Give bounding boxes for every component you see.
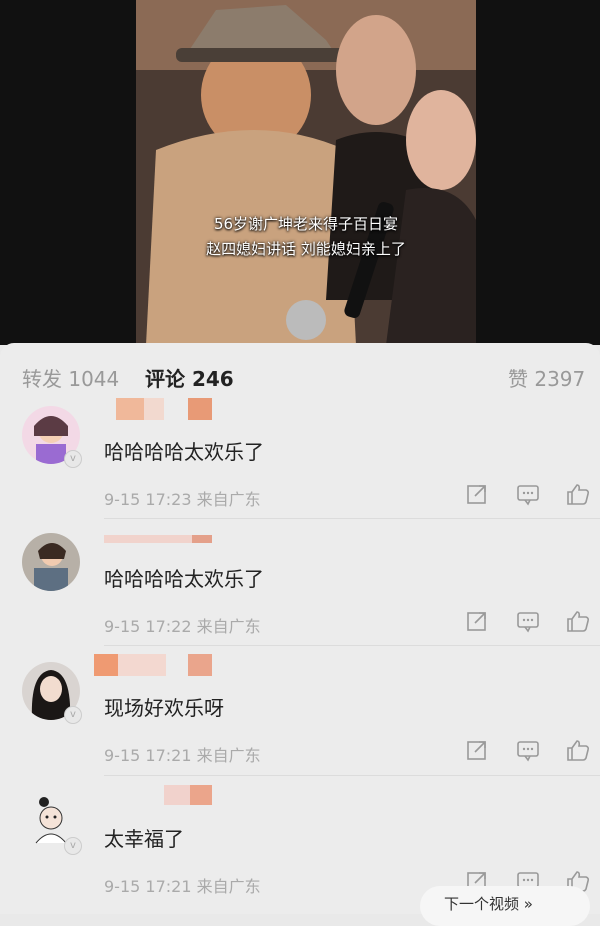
tab-likes[interactable]: 赞 2397 [508,363,585,392]
tab-comments[interactable]: 评论 246 [145,363,234,392]
share-icon[interactable] [465,738,495,764]
comment-text: 哈哈哈哈太欢乐了 [104,567,264,591]
caption-line-1: 56岁谢广坤老来得子百日宴 [213,215,399,233]
share-icon[interactable] [465,609,495,635]
comment-meta: 9-15 17:23 来自广东 [104,490,261,509]
divider [104,645,600,646]
comment-text: 现场好欢乐呀 [104,696,224,720]
comment-text: 哈哈哈哈太欢乐了 [104,440,264,464]
username-blurred [164,785,212,805]
verified-icon: v [64,450,82,468]
comments-panel: 转发 1044 评论 246 赞 2397 v 哈哈哈哈太欢乐了 9-15 17… [0,343,600,914]
avatar[interactable] [22,533,80,591]
verified-icon: v [64,706,82,724]
video-scene [136,0,476,345]
share-icon[interactable] [465,482,495,508]
caption-line-2: 赵四媳妇讲话 刘能媳妇亲上了 [206,240,406,258]
divider [104,775,600,776]
username-blurred [94,654,212,676]
next-video-button[interactable]: 下一个视频 » [420,886,590,926]
comment-meta: 9-15 17:21 来自广东 [104,746,261,765]
username-blurred [104,535,212,543]
like-icon[interactable] [565,482,595,508]
divider [104,518,600,519]
like-icon[interactable] [565,738,595,764]
username-blurred [116,398,212,420]
video-player[interactable]: 56岁谢广坤老来得子百日宴 赵四媳妇讲话 刘能媳妇亲上了 [0,0,600,345]
comment-item: 哈哈哈哈太欢乐了 9-15 17:22 来自广东 [0,533,600,663]
tab-repost[interactable]: 转发 1044 [22,363,119,392]
comment-item: v 哈哈哈哈太欢乐了 9-15 17:23 来自广东 [0,398,600,536]
comment-item: v 现场好欢乐呀 9-15 17:21 来自广东 [0,654,600,792]
verified-icon: v [64,837,82,855]
comment-text: 太幸福了 [104,827,184,851]
comment-icon[interactable] [515,609,545,635]
like-icon[interactable] [565,609,595,635]
tab-bar: 转发 1044 评论 246 赞 2397 [0,343,600,403]
comment-icon[interactable] [515,482,545,508]
comment-icon[interactable] [515,738,545,764]
comment-meta: 9-15 17:21 来自广东 [104,877,261,896]
comment-meta: 9-15 17:22 来自广东 [104,617,261,636]
video-caption: 56岁谢广坤老来得子百日宴 赵四媳妇讲话 刘能媳妇亲上了 [136,212,476,262]
video-frame: 56岁谢广坤老来得子百日宴 赵四媳妇讲话 刘能媳妇亲上了 [136,0,476,345]
